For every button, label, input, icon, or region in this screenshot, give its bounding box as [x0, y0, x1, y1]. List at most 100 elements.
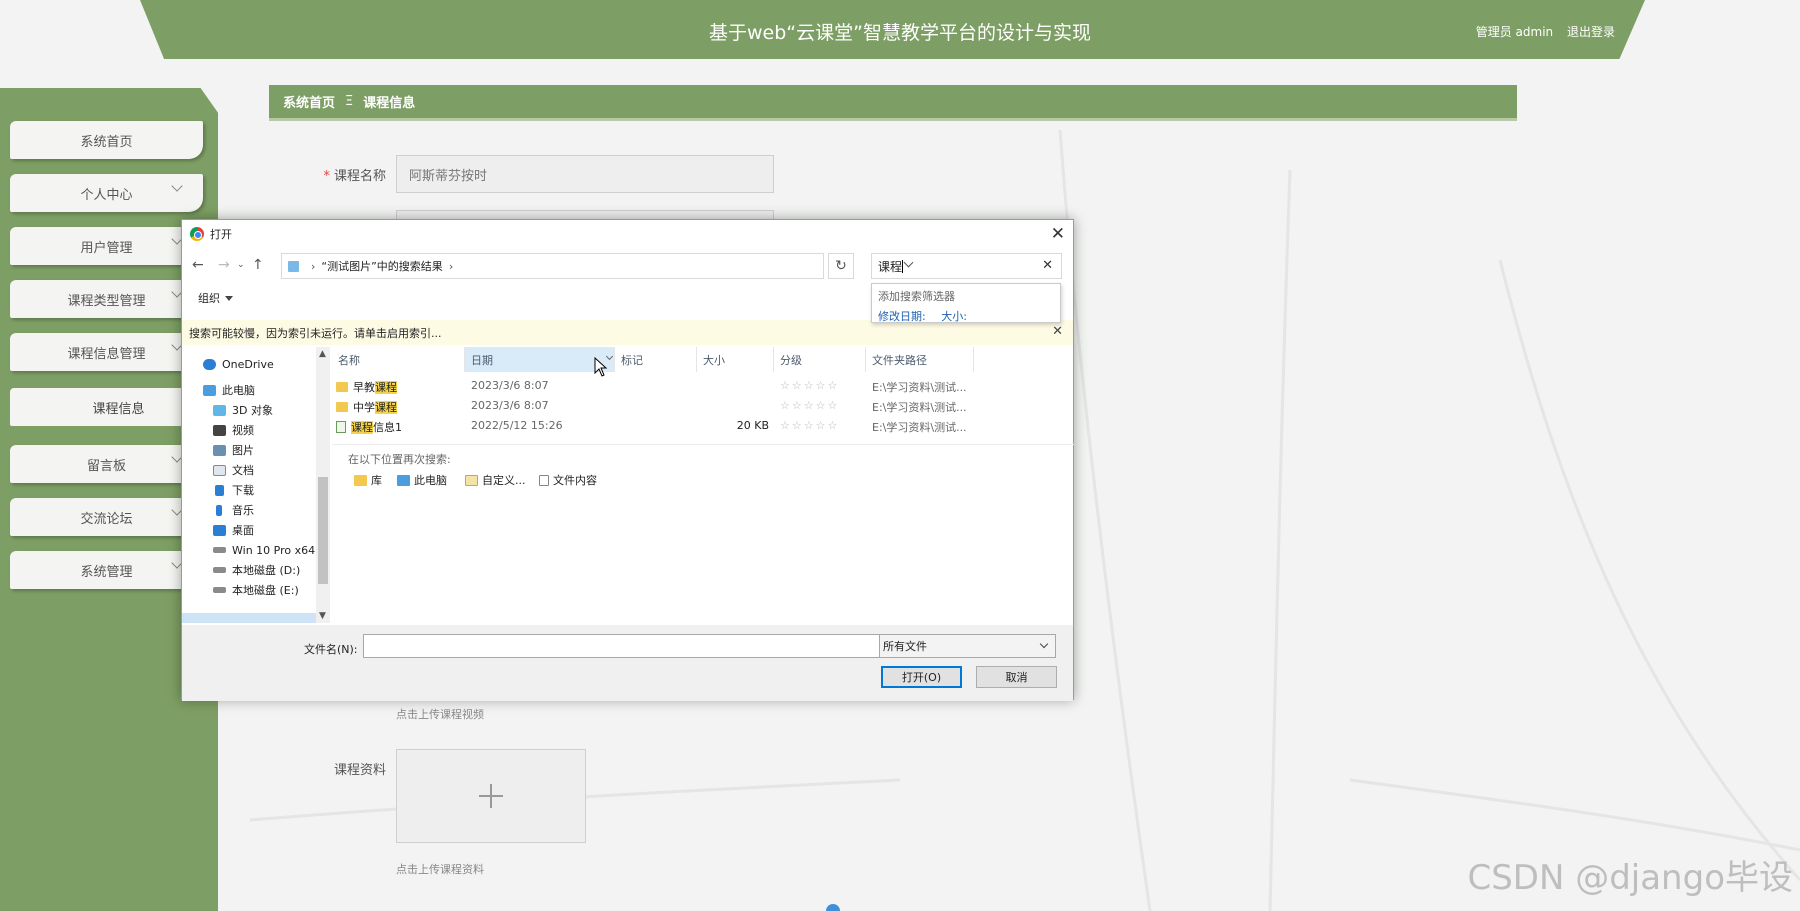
refresh-icon: ↻	[835, 258, 847, 274]
folder-icon	[336, 402, 348, 412]
search-filter-title: 添加搜索筛选器	[878, 290, 955, 303]
file-name: 课程信息1	[336, 419, 402, 435]
up-arrow-icon[interactable]: ↑	[252, 257, 264, 273]
close-icon[interactable]: ✕	[1051, 224, 1065, 244]
dialog-title: 打开	[210, 228, 232, 241]
sidebar-item-users[interactable]: 用户管理	[10, 227, 203, 265]
back-arrow-icon[interactable]: ←	[192, 257, 204, 273]
column-name[interactable]: 名称	[332, 347, 465, 372]
file-path: E:\学习资料\测试...	[872, 381, 967, 394]
divider	[332, 444, 1074, 445]
close-icon[interactable]: ✕	[1052, 324, 1063, 339]
search-again-library[interactable]: 库	[354, 472, 382, 488]
sidebar-item-course-management[interactable]: 课程信息管理	[10, 333, 203, 371]
file-size: 20 KB	[736, 419, 769, 432]
organize-button[interactable]: 组织	[198, 290, 220, 306]
file-date: 2023/3/6 8:07	[471, 399, 549, 412]
forward-arrow-icon[interactable]: →	[218, 257, 230, 273]
search-results-icon	[288, 260, 299, 272]
cancel-button[interactable]: 取消	[976, 666, 1057, 688]
search-value: 课程	[878, 259, 903, 274]
sidebar-item-home[interactable]: 系统首页	[10, 121, 203, 159]
sidebar-item-label: 课程信息	[92, 401, 145, 417]
file-row[interactable]: 课程信息1 2022/5/12 15:26 20 KB ☆☆☆☆☆ E:\学习资…	[332, 417, 1074, 435]
search-again-file-contents[interactable]: 文件内容	[539, 472, 597, 488]
column-date[interactable]: 日期	[465, 347, 615, 372]
course-name-value: 阿斯蒂芬按时	[409, 168, 488, 184]
star-rating-icon[interactable]: ☆☆☆☆☆	[780, 419, 839, 432]
star-rating-icon[interactable]: ☆☆☆☆☆	[780, 399, 839, 412]
tree-item-drive-e[interactable]: 本地磁盘 (E:)	[213, 580, 299, 600]
search-again-custom[interactable]: 自定义...	[465, 472, 526, 488]
tree-item-label: 本地磁盘 (E:)	[232, 584, 299, 597]
address-bar[interactable]: › “测试图片”中的搜索结果 ›	[281, 253, 914, 279]
header-content: 基于web“云课堂”智慧教学平台的设计与实现 管理员 admin 退出登录	[150, 0, 1635, 55]
tree-item-documents[interactable]: 文档	[213, 460, 254, 480]
tree-item-this-pc[interactable]: 此电脑	[203, 380, 255, 400]
breadcrumb: 系统首页 Ξ 课程信息	[269, 85, 1517, 121]
scroll-down-icon[interactable]: ▼	[319, 611, 326, 621]
column-rating[interactable]: 分级	[774, 347, 866, 372]
address-row: ← → ⌄ ↑ › “测试图片”中的搜索结果 › ↻ 课程 ✕	[182, 253, 1073, 281]
sidebar-item-label: 系统首页	[80, 134, 133, 150]
sidebar-item-label: 课程类型管理	[67, 293, 146, 309]
plus-icon-vertical	[490, 784, 492, 808]
tree-item-pictures[interactable]: 图片	[213, 440, 254, 460]
spreadsheet-file-icon	[336, 421, 346, 433]
filetype-select[interactable]: 所有文件	[879, 634, 1056, 658]
tree-item-label: 本地磁盘 (D:)	[232, 564, 301, 577]
tree-item-onedrive[interactable]: OneDrive	[203, 354, 274, 374]
sidebar-item-label: 交流论坛	[80, 511, 133, 527]
file-row[interactable]: 中学课程 2023/3/6 8:07 ☆☆☆☆☆ E:\学习资料\测试...	[332, 397, 1074, 415]
search-input[interactable]: 课程 ✕	[871, 253, 1062, 279]
refresh-button[interactable]: ↻	[828, 253, 854, 279]
floating-dot-icon[interactable]	[826, 904, 840, 911]
picture-icon	[213, 444, 226, 456]
tree-item-label: 下载	[232, 484, 254, 497]
sidebar-item-system[interactable]: 系统管理	[10, 551, 203, 589]
sidebar-subitem-course-info[interactable]: 课程信息	[10, 388, 203, 426]
tree-item-drive-c[interactable]: Win 10 Pro x64	[213, 540, 315, 560]
breadcrumb-separator: Ξ	[345, 94, 354, 109]
dialog-titlebar: 打开 ✕	[182, 220, 1073, 248]
tree-item-3d-objects[interactable]: 3D 对象	[213, 400, 273, 420]
scroll-up-icon[interactable]: ▲	[319, 349, 326, 359]
sidebar-item-message-board[interactable]: 留言板	[10, 445, 203, 483]
file-name: 中学课程	[336, 399, 397, 415]
filter-date-link[interactable]: 修改日期:	[878, 310, 926, 323]
column-tags[interactable]: 标记	[615, 347, 697, 372]
sidebar-item-forum[interactable]: 交流论坛	[10, 498, 203, 536]
tree-item-videos[interactable]: 视频	[213, 420, 254, 440]
search-again-this-pc[interactable]: 此电脑	[397, 472, 447, 488]
chevron-down-icon	[1039, 639, 1049, 649]
drive-icon	[213, 567, 226, 573]
breadcrumb-home[interactable]: 系统首页	[283, 92, 335, 111]
recent-locations-icon[interactable]: ⌄	[237, 260, 245, 270]
course-name-input[interactable]: 阿斯蒂芬按时	[396, 155, 774, 193]
clear-search-icon[interactable]: ✕	[1042, 258, 1053, 273]
logout-link[interactable]: 退出登录	[1567, 25, 1615, 39]
desktop-icon	[213, 524, 226, 536]
sidebar-item-profile[interactable]: 个人中心	[10, 174, 203, 212]
scroll-thumb[interactable]	[318, 477, 328, 584]
filter-size-link[interactable]: 大小:	[941, 310, 967, 323]
sidebar-item-course-types[interactable]: 课程类型管理	[10, 280, 203, 318]
column-folder-path[interactable]: 文件夹路径	[866, 347, 974, 372]
sidebar-item-label: 用户管理	[80, 240, 133, 256]
tree-item-desktop[interactable]: 桌面	[213, 520, 254, 540]
open-button[interactable]: 打开(O)	[881, 666, 962, 688]
video-icon	[213, 424, 226, 436]
file-date: 2022/5/12 15:26	[471, 419, 563, 432]
tree-item-drive-d[interactable]: 本地磁盘 (D:)	[213, 560, 300, 580]
star-rating-icon[interactable]: ☆☆☆☆☆	[780, 379, 839, 392]
material-upload-box[interactable]	[396, 749, 586, 843]
tree-scrollbar[interactable]: ▲ ▼	[316, 347, 330, 623]
file-row[interactable]: 早教课程 2023/3/6 8:07 ☆☆☆☆☆ E:\学习资料\测试...	[332, 377, 1074, 395]
course-material-label: 课程资料	[333, 763, 386, 778]
tree-item-music[interactable]: 音乐	[213, 500, 254, 520]
tree-item-downloads[interactable]: 下载	[213, 480, 254, 500]
mouse-cursor-icon	[594, 357, 608, 377]
tree-item-label: 视频	[232, 424, 254, 437]
cube-icon	[213, 404, 226, 416]
column-size[interactable]: 大小	[697, 347, 774, 372]
